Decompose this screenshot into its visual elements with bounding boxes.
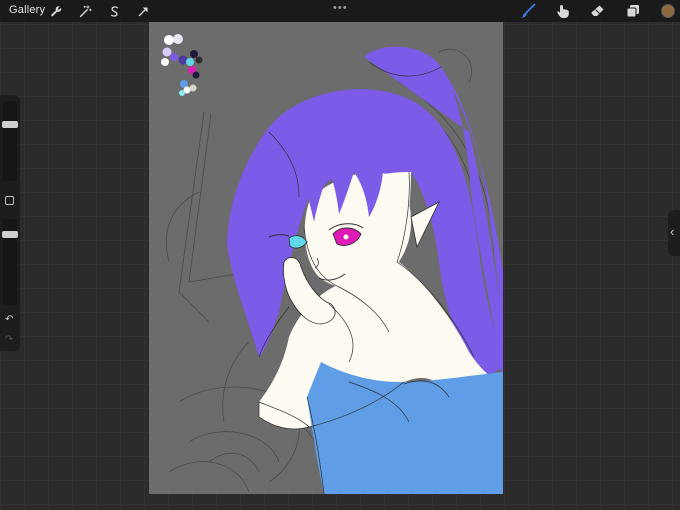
magic-wand-icon[interactable] [77, 3, 93, 19]
modify-button[interactable] [5, 196, 14, 205]
right-panel-toggle[interactable]: ‹ [668, 210, 680, 256]
color-palette-reference [161, 34, 203, 96]
drawing-canvas[interactable] [149, 22, 503, 494]
layers-icon[interactable] [625, 3, 641, 19]
redo-button[interactable]: ↷ [5, 334, 13, 345]
undo-button[interactable]: ↶ [5, 314, 13, 325]
chevron-left-icon: ‹ [670, 224, 675, 239]
left-sidebar: ↶ ↷ [0, 95, 20, 351]
left-eye [288, 235, 308, 249]
transform-arrow-icon[interactable] [135, 3, 151, 19]
brush-size-slider[interactable] [2, 101, 18, 181]
eraser-icon[interactable] [590, 3, 606, 19]
smudge-icon[interactable] [555, 3, 571, 19]
artwork [161, 34, 503, 494]
right-eye-highlight [343, 234, 349, 240]
brush-icon[interactable] [520, 3, 536, 19]
brush-size-thumb[interactable] [2, 121, 18, 128]
more-indicator[interactable]: ••• [333, 2, 348, 14]
color-picker-swatch[interactable] [661, 4, 675, 18]
opacity-slider[interactable] [2, 219, 18, 305]
selection-s-icon[interactable] [106, 3, 122, 19]
dress [307, 362, 503, 494]
wrench-icon[interactable] [48, 3, 64, 19]
top-toolbar: Gallery ••• [0, 0, 680, 22]
gallery-button[interactable]: Gallery [9, 4, 45, 16]
opacity-thumb[interactable] [2, 231, 18, 238]
